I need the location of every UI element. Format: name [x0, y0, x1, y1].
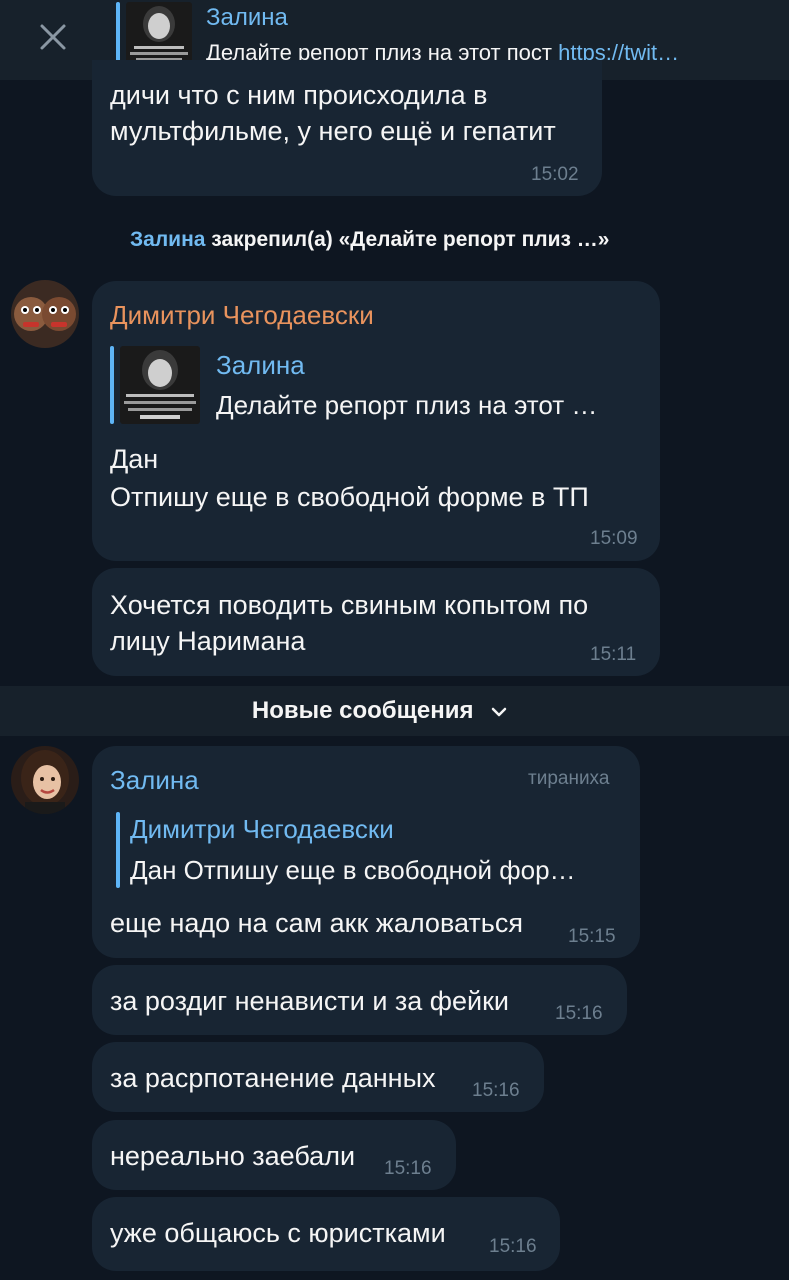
reply-sender-name[interactable]: Залина [216, 350, 305, 381]
message-time: 15:11 [590, 644, 637, 665]
message-time: 15:02 [531, 164, 579, 185]
message-time: 15:09 [590, 528, 638, 549]
service-user[interactable]: Залина [130, 228, 205, 251]
service-action[interactable]: закрепил(а) «Делайте репорт плиз …» [205, 228, 609, 251]
reply-sender-name[interactable]: Димитри Чегодаевски [130, 814, 394, 845]
close-icon[interactable] [36, 20, 70, 54]
message-time: 15:15 [568, 926, 616, 947]
reply-text[interactable]: Дан Отпишу еще в свободной фор… [130, 855, 576, 886]
pinned-thumbnail [126, 2, 192, 68]
message-text: мультфильме, у него ещё и гепатит [110, 116, 556, 146]
sender-name[interactable]: Димитри Чегодаевски [110, 300, 374, 331]
message-text: лицу Наримана [110, 626, 306, 656]
sender-name[interactable]: Залина [110, 765, 199, 796]
message-text: Хочется поводить свиным копытом по [110, 590, 589, 620]
reply-text[interactable]: Делайте репорт плиз на этот … [216, 390, 597, 421]
new-messages-divider[interactable]: Новые сообщения [0, 686, 789, 736]
message-text: еще надо на сам акк жаловаться [110, 908, 523, 938]
message-text: дичи что с ним происходила в [110, 80, 488, 110]
reply-accent-bar [116, 812, 120, 888]
message-text: нереально заебали [110, 1141, 356, 1171]
message-text: уже общаюсь с юристками [110, 1218, 446, 1248]
pinned-sender-name: Залина [206, 4, 288, 31]
message-text: за расрпотанение данных [110, 1063, 436, 1093]
message-time: 15:16 [472, 1080, 520, 1101]
reply-thumbnail [120, 346, 200, 424]
message-text: Отпишу еще в свободной форме в ТП [110, 482, 589, 512]
chevron-down-icon [491, 707, 507, 716]
service-message: Залина закрепил(а) «Делайте репорт плиз … [130, 228, 609, 252]
message-time: 15:16 [555, 1003, 603, 1024]
message-text: Дан [110, 444, 159, 474]
pinned-accent-bar [116, 2, 120, 68]
avatar-zalina[interactable] [11, 746, 79, 814]
new-messages-text: Новые сообщения [251, 697, 474, 724]
message-time: 15:16 [384, 1158, 432, 1179]
new-messages-label: Новые сообщения [0, 697, 760, 725]
message-text: за роздиг ненависти и за фейки [110, 986, 510, 1016]
reply-accent-bar [110, 346, 114, 424]
message-time: 15:16 [489, 1236, 537, 1257]
avatar-dimitri[interactable] [11, 280, 79, 348]
admin-title-badge: тираниха [528, 768, 610, 789]
